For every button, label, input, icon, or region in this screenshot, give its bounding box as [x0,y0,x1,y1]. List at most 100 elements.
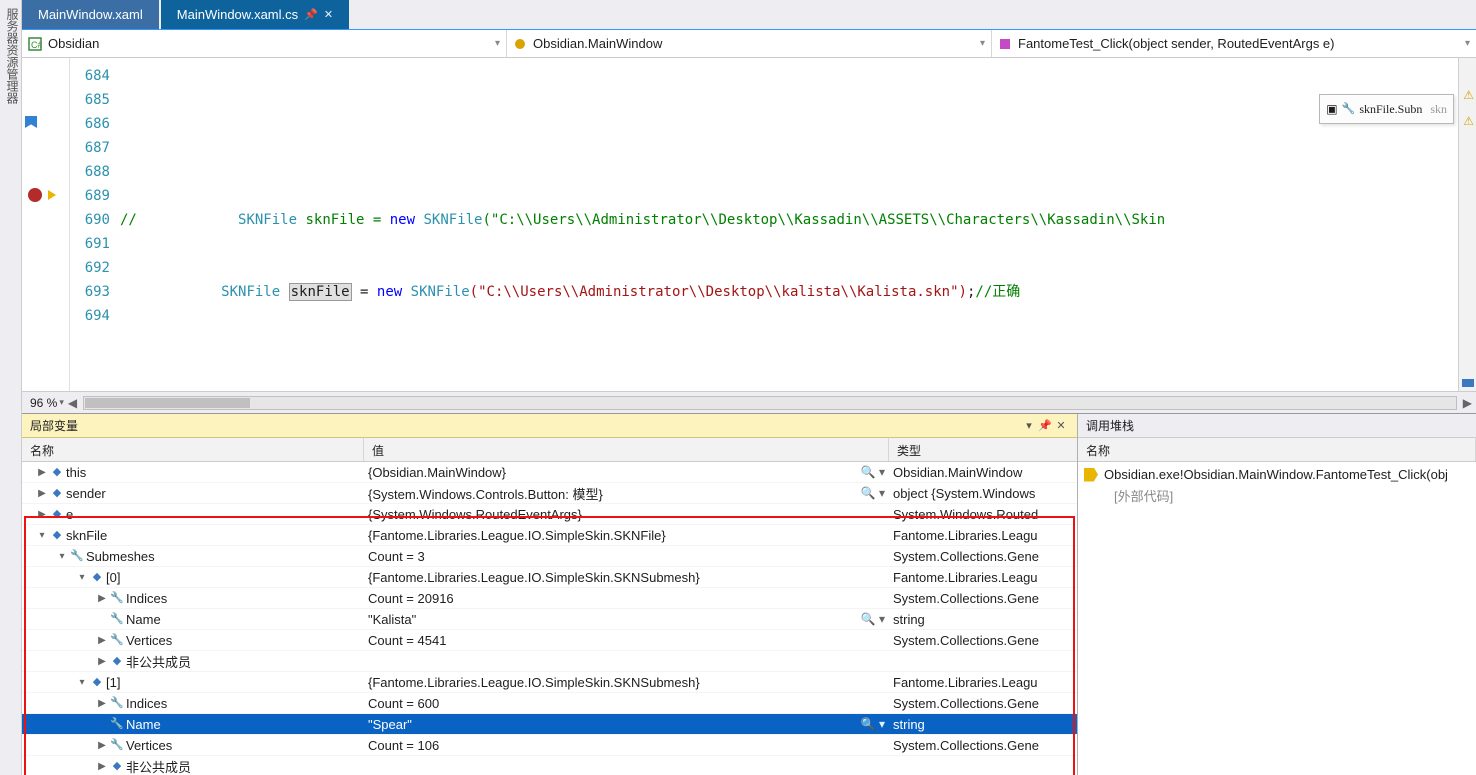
breakpoint-icon[interactable] [28,188,42,202]
locals-panel: 局部变量 ▾ 📌 ✕ 名称 值 类型 ▶◆this{Obsidian.MainW… [22,414,1078,775]
bookmark-icon[interactable] [25,116,37,128]
locals-grid-body[interactable]: ▶◆this{Obsidian.MainWindow}🔍 ▾Obsidian.M… [22,462,1077,775]
object-icon: ◆ [90,570,104,584]
object-icon: ◆ [50,486,64,500]
locals-row[interactable]: ▶🔧IndicesCount = 600System.Collections.G… [22,693,1077,714]
text-visualizer-icon[interactable]: 🔍 ▾ [861,486,885,500]
tree-toggle-icon[interactable]: ▾ [76,677,88,688]
locals-row[interactable]: ▶🔧Vertices Count = 4541 System.Collections… [22,630,1077,651]
locals-row[interactable]: ▶◆非公共成员 [22,756,1077,775]
line-number: 688 [70,160,110,184]
tree-toggle-icon[interactable]: ▶ [96,698,108,709]
locals-type: Fantome.Libraries.Leagu [889,528,1077,543]
current-line-arrow-icon [48,190,56,200]
callstack-panel-header[interactable]: 调用堆栈 [1078,414,1476,438]
locals-name: sknFile [66,528,107,543]
locals-value: Count = 4541 [368,633,446,648]
text-visualizer-icon[interactable]: 🔍 ▾ [861,717,885,731]
locals-name: Indices [126,591,167,606]
tree-toggle-icon[interactable]: ▾ [36,530,48,541]
locals-name: Name [126,717,161,732]
locals-type: Fantome.Libraries.Leagu [889,675,1077,690]
class-dropdown[interactable]: Obsidian.MainWindow ▾ [507,30,992,57]
text-visualizer-icon[interactable]: 🔍 ▾ [861,465,885,479]
callstack-panel: 调用堆栈 名称 Obsidian.exe!Obsidian.MainWindow… [1078,414,1476,775]
close-icon[interactable]: ✕ [324,8,333,21]
method-icon [998,37,1012,51]
tree-toggle-icon[interactable]: ▶ [96,635,108,646]
locals-grid-header: 名称 值 类型 [22,438,1077,462]
locals-row[interactable]: ▶◆this{Obsidian.MainWindow}🔍 ▾Obsidian.M… [22,462,1077,483]
zoom-value: 96 % [30,396,57,410]
locals-panel-header[interactable]: 局部变量 ▾ 📌 ✕ [22,414,1077,438]
expand-icon[interactable]: ▣ [1326,97,1337,121]
editor-overview-ruler[interactable]: ⚠ ⚠ [1458,58,1476,391]
locals-row[interactable]: ▾◆[0]{Fantome.Libraries.League.IO.Simple… [22,567,1077,588]
property-icon: 🔧 [110,717,124,731]
column-value[interactable]: 值 [364,438,889,461]
tree-toggle-icon[interactable]: ▶ [36,509,48,520]
locals-value: Count = 600 [368,696,439,711]
tree-toggle-icon[interactable]: ▶ [36,467,48,478]
line-number: 693 [70,280,110,304]
locals-row[interactable]: ▶🔧Name"Spear"🔍 ▾string [22,714,1077,735]
callstack-row[interactable]: Obsidian.exe!Obsidian.MainWindow.Fantome… [1080,464,1474,485]
tree-toggle-icon[interactable]: ▶ [96,656,108,667]
chevron-down-icon: ▾ [980,38,985,49]
close-icon[interactable]: ✕ [1053,419,1069,432]
locals-row[interactable]: ▾◆[1]{Fantome.Libraries.League.IO.Simple… [22,672,1077,693]
quickinfo-tooltip: ▣ 🔧 sknFile.Subn skn [1319,94,1454,124]
callstack-grid-body[interactable]: Obsidian.exe!Obsidian.MainWindow.Fantome… [1078,462,1476,775]
property-icon: 🔧 [110,633,124,647]
callstack-row[interactable]: [外部代码] [1080,485,1474,506]
locals-row[interactable]: ▶🔧IndicesCount = 20916System.Collections… [22,588,1077,609]
tree-toggle-icon[interactable]: ▶ [96,740,108,751]
tree-toggle-icon[interactable]: ▶ [96,761,108,772]
chevron-down-icon: ▾ [59,397,64,408]
method-dropdown[interactable]: FantomeTest_Click(object sender, RoutedE… [992,30,1476,57]
column-name[interactable]: 名称 [1078,438,1476,461]
locals-row[interactable]: ▶◆e{System.Windows.RoutedEventArgs}Syste… [22,504,1077,525]
locals-type: System.Collections.Gene [889,633,1077,648]
code-surface[interactable]: // SKNFile sknFile = new SKNFile("C:\\Us… [120,58,1458,391]
column-name[interactable]: 名称 [22,438,364,461]
tree-toggle-icon[interactable]: ▾ [76,572,88,583]
horizontal-scrollbar[interactable] [83,396,1457,410]
callstack-grid-header: 名称 [1078,438,1476,462]
zoom-dropdown[interactable]: 96 % ▾ [26,396,68,410]
code-editor[interactable]: 684685686687688689690691692693694 // SKN… [22,58,1476,391]
column-type[interactable]: 类型 [889,438,1077,461]
locals-name: Vertices [126,633,172,648]
locals-row[interactable]: ▶◆非公共成员 [22,651,1077,672]
pin-icon[interactable]: 📌 [1037,419,1053,432]
line-number: 691 [70,232,110,256]
locals-name: Submeshes [86,549,155,564]
line-number: 694 [70,304,110,328]
svg-text:C#: C# [31,40,42,50]
window-menu-icon[interactable]: ▾ [1021,419,1037,432]
scroll-left-icon[interactable]: ◀ [68,396,77,410]
side-toolbox-rail[interactable]: 服务器资源管理器 [0,0,22,775]
tab-mainwindow-xaml-cs[interactable]: MainWindow.xaml.cs 📌 ✕ [161,0,349,29]
locals-type: System.Collections.Gene [889,591,1077,606]
project-dropdown[interactable]: C# Obsidian ▾ [22,30,507,57]
locals-value: {System.Windows.RoutedEventArgs} [368,507,582,522]
pin-icon[interactable]: 📌 [304,8,318,21]
locals-row[interactable]: ▾◆sknFile{Fantome.Libraries.League.IO.Si… [22,525,1077,546]
line-number: 689 [70,184,110,208]
breakpoint-gutter[interactable] [22,58,70,391]
locals-row[interactable]: ▶🔧Name"Kalista"🔍 ▾string [22,609,1077,630]
line-number: 685 [70,88,110,112]
tree-toggle-icon[interactable]: ▶ [96,593,108,604]
text-visualizer-icon[interactable]: 🔍 ▾ [861,612,885,626]
scroll-right-icon[interactable]: ▶ [1463,396,1472,410]
tree-toggle-icon[interactable]: ▶ [36,488,48,499]
warning-icon: ⚠ [1463,114,1474,128]
tree-toggle-icon[interactable]: ▾ [56,551,68,562]
locals-row[interactable]: ▶🔧VerticesCount = 106System.Collections.… [22,735,1077,756]
locals-name: sender [66,486,106,501]
locals-row[interactable]: ▶◆sender{System.Windows.Controls.Button:… [22,483,1077,504]
object-icon: ◆ [50,528,64,542]
locals-row[interactable]: ▾🔧SubmeshesCount = 3System.Collections.G… [22,546,1077,567]
tab-mainwindow-xaml[interactable]: MainWindow.xaml [22,0,159,29]
